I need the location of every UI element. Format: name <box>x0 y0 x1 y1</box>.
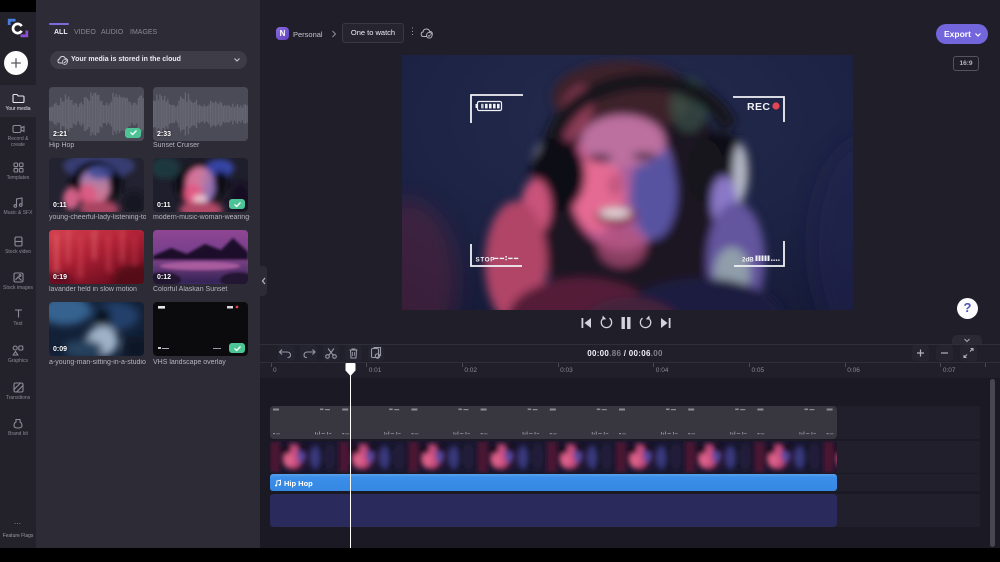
svg-text:STOP: STOP <box>476 257 496 264</box>
svg-text:2dB: 2dB <box>742 257 754 264</box>
svg-text:REC: REC <box>747 101 770 113</box>
